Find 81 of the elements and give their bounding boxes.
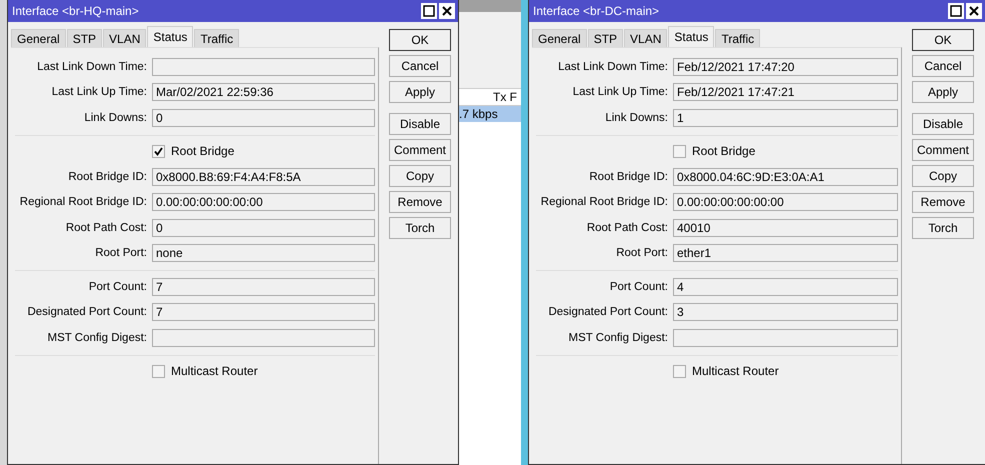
- checkbox-label: Root Bridge: [692, 144, 756, 158]
- dialog-button[interactable]: Disable: [912, 113, 974, 135]
- field-label: Last Link Down Time:: [36, 60, 147, 73]
- tab[interactable]: STP: [588, 29, 624, 47]
- field-label: Link Downs:: [83, 112, 147, 124]
- field-label: Last Link Up Time:: [50, 86, 147, 98]
- input-field[interactable]: ether1: [673, 244, 898, 262]
- checkbox-label: Multicast Router: [692, 364, 779, 378]
- dialog-button[interactable]: Copy: [912, 165, 974, 187]
- input-field[interactable]: 0x8000.B8:69:F4:A4:F8:5A: [152, 168, 375, 186]
- tab[interactable]: Traffic: [194, 29, 240, 47]
- dialog-button[interactable]: Comment: [912, 139, 974, 161]
- field-label: Root Port:: [94, 247, 147, 260]
- field-label: Root Bridge ID:: [67, 170, 147, 183]
- checkbox[interactable]: [673, 364, 686, 378]
- field-label: Designated Port Count:: [26, 306, 147, 318]
- dialog-button[interactable]: Disable: [389, 113, 451, 135]
- dialog-button[interactable]: Copy: [389, 165, 451, 187]
- checkbox[interactable]: [152, 144, 165, 158]
- dialog-button[interactable]: Torch: [912, 217, 974, 239]
- input-field[interactable]: 0: [152, 108, 375, 127]
- close-icon[interactable]: [439, 3, 455, 19]
- tab[interactable]: General: [532, 29, 587, 47]
- window-title: Interface <br-HQ-main>: [12, 4, 140, 18]
- field-label: Root Path Cost:: [586, 222, 668, 234]
- input-field[interactable]: none: [152, 244, 375, 262]
- field-label: Root Port:: [615, 247, 668, 260]
- field-label: Port Count:: [608, 280, 668, 293]
- field-label: Last Link Up Time:: [572, 86, 668, 98]
- dialog-button[interactable]: Cancel: [389, 55, 451, 77]
- input-field[interactable]: 0.00:00:00:00:00:00: [152, 193, 375, 212]
- field-label: Regional Root Bridge ID:: [18, 196, 147, 208]
- input-field[interactable]: 4: [673, 278, 898, 296]
- field-label: Designated Port Count:: [547, 306, 668, 318]
- dialog-button[interactable]: Apply: [389, 81, 451, 103]
- window-title: Interface <br-DC-main>: [533, 4, 660, 18]
- tab[interactable]: Status: [147, 26, 194, 47]
- field-label: Root Bridge ID:: [588, 170, 668, 183]
- input-field[interactable]: Mar/02/2021 22:59:36: [152, 83, 375, 102]
- field-label: Root Path Cost:: [64, 222, 147, 234]
- field-label: Link Downs:: [604, 112, 668, 124]
- tab[interactable]: General: [11, 29, 66, 47]
- input-field[interactable]: [673, 328, 898, 347]
- field-label: Last Link Down Time:: [557, 60, 668, 73]
- input-field[interactable]: Feb/12/2021 17:47:20: [673, 58, 898, 76]
- tab[interactable]: VLAN: [624, 29, 668, 47]
- input-field[interactable]: 7: [152, 278, 375, 296]
- input-field[interactable]: 0.00:00:00:00:00:00: [673, 193, 898, 212]
- dialog-button[interactable]: Cancel: [912, 55, 974, 77]
- field-label: Port Count:: [88, 280, 147, 293]
- input-field[interactable]: 40010: [673, 218, 898, 237]
- maximize-icon[interactable]: [948, 3, 964, 19]
- tab[interactable]: Status: [668, 26, 714, 47]
- close-icon[interactable]: [966, 3, 982, 19]
- dialog-button[interactable]: Remove: [912, 191, 974, 213]
- input-field[interactable]: [152, 328, 375, 347]
- checkbox-label: Multicast Router: [171, 364, 258, 378]
- field-label: MST Config Digest:: [568, 332, 668, 344]
- table-cell: .7 kbps: [459, 106, 521, 122]
- dialog-button[interactable]: Comment: [389, 139, 451, 161]
- dialog-button[interactable]: OK: [389, 29, 451, 51]
- tab[interactable]: Traffic: [715, 29, 760, 47]
- tab[interactable]: STP: [66, 29, 102, 47]
- tab[interactable]: VLAN: [103, 29, 146, 47]
- checkbox-label: Root Bridge: [171, 144, 234, 158]
- input-field[interactable]: 0: [152, 218, 375, 237]
- maximize-icon[interactable]: [421, 3, 437, 19]
- dialog-button[interactable]: Torch: [389, 217, 451, 239]
- input-field[interactable]: 1: [673, 108, 898, 127]
- input-field[interactable]: Feb/12/2021 17:47:21: [673, 83, 898, 102]
- input-field[interactable]: 3: [673, 303, 898, 322]
- checkbox[interactable]: [673, 144, 686, 158]
- dialog-button[interactable]: OK: [912, 29, 974, 51]
- field-label: MST Config Digest:: [46, 332, 147, 344]
- checkbox[interactable]: [152, 364, 165, 378]
- input-field[interactable]: 0x8000.04:6C:9D:E3:0A:A1: [673, 168, 898, 186]
- dialog-button[interactable]: Apply: [912, 81, 974, 103]
- input-field[interactable]: 7: [152, 303, 375, 322]
- field-label: Regional Root Bridge ID:: [540, 196, 668, 208]
- dialog-button[interactable]: Remove: [389, 191, 451, 213]
- input-field[interactable]: [152, 58, 375, 76]
